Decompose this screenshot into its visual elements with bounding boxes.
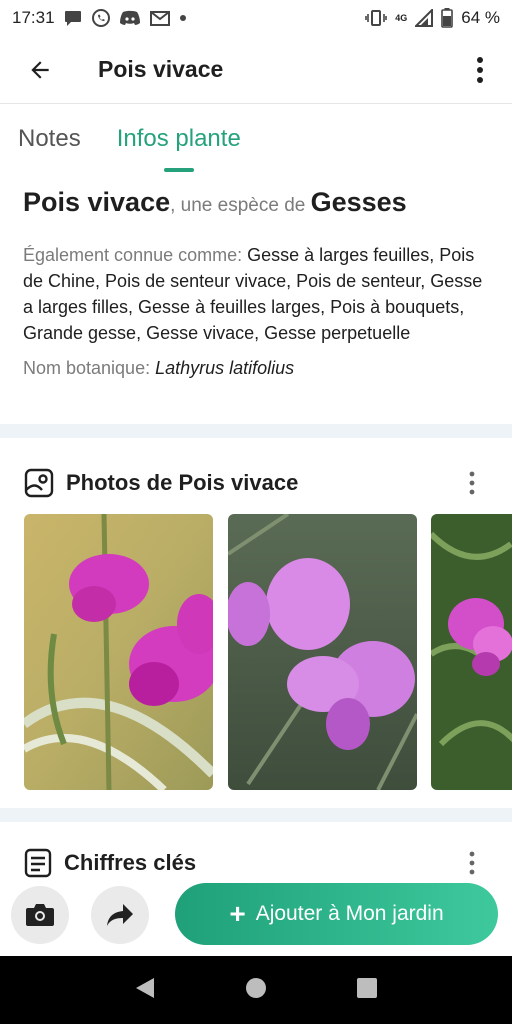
tab-plant-info[interactable]: Infos plante — [117, 104, 241, 174]
photo-carousel[interactable] — [24, 514, 512, 790]
botanical-name-row: Nom botanique: Lathyrus latifolius — [23, 358, 489, 379]
section-divider — [0, 424, 512, 438]
more-vert-icon — [469, 851, 475, 875]
camera-button[interactable] — [11, 886, 69, 944]
more-options-button[interactable] — [452, 42, 508, 98]
vibrate-icon — [365, 9, 388, 27]
tab-active-indicator — [163, 168, 194, 172]
chat-icon — [63, 8, 83, 28]
discord-icon — [119, 9, 141, 27]
notes-icon — [24, 848, 52, 878]
plant-photo[interactable] — [228, 514, 417, 790]
nav-recents-icon[interactable] — [356, 977, 378, 1004]
species-heading: Pois vivace, une espèce de Gesses — [23, 184, 489, 224]
notification-dot-icon — [179, 14, 187, 22]
photo-icon — [24, 468, 54, 498]
photos-more-button[interactable] — [454, 465, 490, 501]
share-button[interactable] — [91, 886, 149, 944]
key-figures-more-button[interactable] — [454, 845, 490, 881]
page-title: Pois vivace — [98, 56, 224, 82]
tab-notes[interactable]: Notes — [18, 104, 81, 174]
photos-section-header: Photos de Pois vivace — [0, 458, 512, 508]
aka-label: Également connue comme: — [23, 245, 243, 265]
plant-photo[interactable] — [24, 514, 213, 790]
app-bar: Pois vivace — [0, 36, 512, 104]
back-button[interactable] — [8, 38, 72, 102]
system-nav-bar — [0, 956, 512, 1024]
botanical-name: Lathyrus latifolius — [155, 358, 295, 378]
species-connector: , une espèce de — [170, 195, 311, 216]
botanical-label: Nom botanique: — [23, 358, 151, 378]
status-time: 17:31 — [12, 8, 55, 27]
whatsapp-icon — [91, 8, 111, 28]
gmail-icon — [149, 9, 171, 27]
add-to-garden-button[interactable]: + Ajouter à Mon jardin — [175, 883, 498, 945]
tab-notes-label: Notes — [18, 125, 81, 152]
signal-icon — [415, 9, 434, 27]
add-to-garden-label: Ajouter à Mon jardin — [255, 902, 444, 925]
also-known-as: Également connue comme: Gesse à larges f… — [23, 242, 489, 346]
more-vert-icon — [477, 56, 483, 83]
nav-home-icon[interactable] — [245, 977, 267, 1004]
photos-section-title: Photos de Pois vivace — [66, 470, 299, 495]
tab-plant-info-label: Infos plante — [116, 125, 241, 152]
camera-icon — [26, 904, 54, 926]
more-vert-icon — [469, 471, 475, 495]
genus-link[interactable]: Gesses — [311, 187, 407, 217]
key-figures-title: Chiffres clés — [64, 850, 197, 875]
bottom-action-bar: + Ajouter à Mon jardin — [0, 880, 512, 950]
battery-icon — [441, 8, 454, 28]
plant-photo[interactable] — [431, 514, 512, 790]
plant-info-section: Pois vivace, une espèce de Gesses Égalem… — [0, 174, 512, 379]
tab-bar: Notes Infos plante — [0, 104, 512, 174]
share-icon — [107, 904, 133, 926]
network-type: 4G — [395, 12, 408, 23]
plus-icon: + — [229, 898, 246, 929]
status-bar: 17:31 4G 64 % — [0, 0, 512, 36]
section-divider — [0, 808, 512, 822]
nav-back-icon[interactable] — [134, 976, 156, 1005]
back-arrow-icon — [31, 60, 49, 79]
plant-name: Pois vivace — [23, 187, 171, 217]
battery-percent: 64 % — [461, 8, 500, 27]
